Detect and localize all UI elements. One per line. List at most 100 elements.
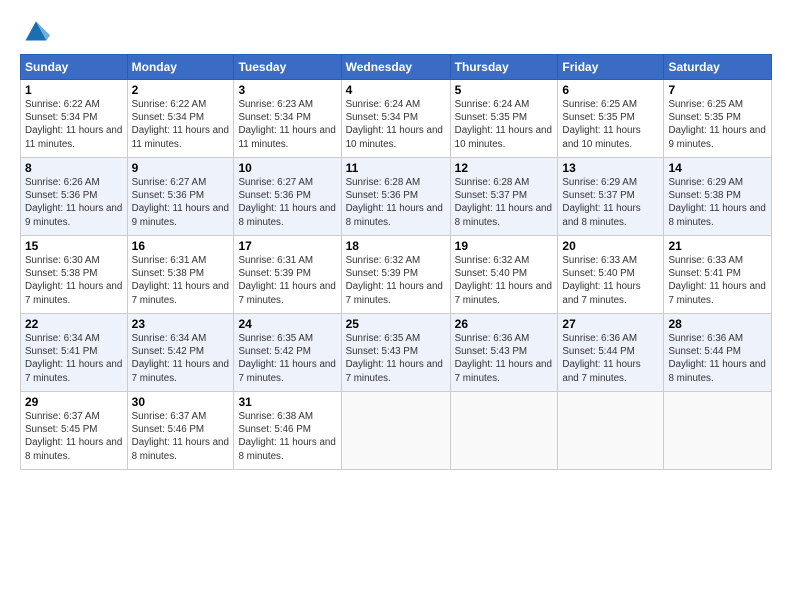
calendar-cell: 24 Sunrise: 6:35 AMSunset: 5:42 PMDaylig…: [234, 314, 341, 392]
calendar-cell: 12 Sunrise: 6:28 AMSunset: 5:37 PMDaylig…: [450, 158, 558, 236]
calendar-cell: 23 Sunrise: 6:34 AMSunset: 5:42 PMDaylig…: [127, 314, 234, 392]
day-detail: Sunrise: 6:22 AMSunset: 5:34 PMDaylight:…: [25, 99, 122, 150]
calendar-week-row: 29 Sunrise: 6:37 AMSunset: 5:45 PMDaylig…: [21, 392, 772, 470]
day-number: 16: [132, 239, 230, 253]
day-detail: Sunrise: 6:35 AMSunset: 5:43 PMDaylight:…: [346, 333, 443, 384]
calendar-cell: [341, 392, 450, 470]
calendar-cell: [664, 392, 772, 470]
day-number: 7: [668, 83, 767, 97]
day-detail: Sunrise: 6:22 AMSunset: 5:34 PMDaylight:…: [132, 99, 229, 150]
calendar-cell: 19 Sunrise: 6:32 AMSunset: 5:40 PMDaylig…: [450, 236, 558, 314]
day-detail: Sunrise: 6:34 AMSunset: 5:41 PMDaylight:…: [25, 333, 122, 384]
day-header-tuesday: Tuesday: [234, 55, 341, 80]
calendar-cell: 26 Sunrise: 6:36 AMSunset: 5:43 PMDaylig…: [450, 314, 558, 392]
calendar-cell: 22 Sunrise: 6:34 AMSunset: 5:41 PMDaylig…: [21, 314, 128, 392]
day-number: 23: [132, 317, 230, 331]
calendar-cell: 25 Sunrise: 6:35 AMSunset: 5:43 PMDaylig…: [341, 314, 450, 392]
day-number: 25: [346, 317, 446, 331]
day-detail: Sunrise: 6:27 AMSunset: 5:36 PMDaylight:…: [132, 177, 229, 228]
day-number: 4: [346, 83, 446, 97]
calendar-cell: 16 Sunrise: 6:31 AMSunset: 5:38 PMDaylig…: [127, 236, 234, 314]
day-detail: Sunrise: 6:30 AMSunset: 5:38 PMDaylight:…: [25, 255, 122, 306]
day-number: 22: [25, 317, 123, 331]
calendar-cell: 27 Sunrise: 6:36 AMSunset: 5:44 PMDaylig…: [558, 314, 664, 392]
day-detail: Sunrise: 6:26 AMSunset: 5:36 PMDaylight:…: [25, 177, 122, 228]
day-number: 31: [238, 395, 336, 409]
day-detail: Sunrise: 6:38 AMSunset: 5:46 PMDaylight:…: [238, 411, 335, 462]
calendar-cell: 14 Sunrise: 6:29 AMSunset: 5:38 PMDaylig…: [664, 158, 772, 236]
calendar-cell: 30 Sunrise: 6:37 AMSunset: 5:46 PMDaylig…: [127, 392, 234, 470]
day-number: 11: [346, 161, 446, 175]
calendar-cell: [558, 392, 664, 470]
day-number: 21: [668, 239, 767, 253]
day-number: 24: [238, 317, 336, 331]
calendar-cell: 5 Sunrise: 6:24 AMSunset: 5:35 PMDayligh…: [450, 80, 558, 158]
day-header-saturday: Saturday: [664, 55, 772, 80]
day-number: 6: [562, 83, 659, 97]
day-detail: Sunrise: 6:25 AMSunset: 5:35 PMDaylight:…: [668, 99, 765, 150]
day-number: 19: [455, 239, 554, 253]
day-number: 8: [25, 161, 123, 175]
day-detail: Sunrise: 6:34 AMSunset: 5:42 PMDaylight:…: [132, 333, 229, 384]
day-detail: Sunrise: 6:37 AMSunset: 5:45 PMDaylight:…: [25, 411, 122, 462]
day-detail: Sunrise: 6:28 AMSunset: 5:37 PMDaylight:…: [455, 177, 552, 228]
day-header-sunday: Sunday: [21, 55, 128, 80]
day-detail: Sunrise: 6:25 AMSunset: 5:35 PMDaylight:…: [562, 99, 640, 150]
day-number: 9: [132, 161, 230, 175]
day-number: 28: [668, 317, 767, 331]
calendar-week-row: 22 Sunrise: 6:34 AMSunset: 5:41 PMDaylig…: [21, 314, 772, 392]
day-number: 18: [346, 239, 446, 253]
day-number: 26: [455, 317, 554, 331]
calendar-cell: 1 Sunrise: 6:22 AMSunset: 5:34 PMDayligh…: [21, 80, 128, 158]
calendar-cell: 9 Sunrise: 6:27 AMSunset: 5:36 PMDayligh…: [127, 158, 234, 236]
day-number: 12: [455, 161, 554, 175]
page: SundayMondayTuesdayWednesdayThursdayFrid…: [0, 0, 792, 480]
day-detail: Sunrise: 6:33 AMSunset: 5:40 PMDaylight:…: [562, 255, 640, 306]
calendar-cell: 20 Sunrise: 6:33 AMSunset: 5:40 PMDaylig…: [558, 236, 664, 314]
day-header-wednesday: Wednesday: [341, 55, 450, 80]
day-number: 1: [25, 83, 123, 97]
day-number: 5: [455, 83, 554, 97]
day-detail: Sunrise: 6:35 AMSunset: 5:42 PMDaylight:…: [238, 333, 335, 384]
day-detail: Sunrise: 6:31 AMSunset: 5:38 PMDaylight:…: [132, 255, 229, 306]
calendar-cell: 4 Sunrise: 6:24 AMSunset: 5:34 PMDayligh…: [341, 80, 450, 158]
day-detail: Sunrise: 6:36 AMSunset: 5:44 PMDaylight:…: [668, 333, 765, 384]
logo-icon: [22, 16, 50, 44]
day-detail: Sunrise: 6:32 AMSunset: 5:40 PMDaylight:…: [455, 255, 552, 306]
calendar-cell: 7 Sunrise: 6:25 AMSunset: 5:35 PMDayligh…: [664, 80, 772, 158]
day-detail: Sunrise: 6:33 AMSunset: 5:41 PMDaylight:…: [668, 255, 765, 306]
day-number: 3: [238, 83, 336, 97]
day-number: 27: [562, 317, 659, 331]
calendar-cell: 3 Sunrise: 6:23 AMSunset: 5:34 PMDayligh…: [234, 80, 341, 158]
day-header-monday: Monday: [127, 55, 234, 80]
logo: [20, 16, 50, 44]
calendar-cell: 13 Sunrise: 6:29 AMSunset: 5:37 PMDaylig…: [558, 158, 664, 236]
header: [20, 16, 772, 44]
calendar-cell: 29 Sunrise: 6:37 AMSunset: 5:45 PMDaylig…: [21, 392, 128, 470]
day-detail: Sunrise: 6:32 AMSunset: 5:39 PMDaylight:…: [346, 255, 443, 306]
calendar-header-row: SundayMondayTuesdayWednesdayThursdayFrid…: [21, 55, 772, 80]
day-detail: Sunrise: 6:29 AMSunset: 5:37 PMDaylight:…: [562, 177, 640, 228]
calendar-cell: [450, 392, 558, 470]
calendar-cell: 21 Sunrise: 6:33 AMSunset: 5:41 PMDaylig…: [664, 236, 772, 314]
calendar-cell: 8 Sunrise: 6:26 AMSunset: 5:36 PMDayligh…: [21, 158, 128, 236]
day-detail: Sunrise: 6:31 AMSunset: 5:39 PMDaylight:…: [238, 255, 335, 306]
calendar-cell: 10 Sunrise: 6:27 AMSunset: 5:36 PMDaylig…: [234, 158, 341, 236]
calendar-body: 1 Sunrise: 6:22 AMSunset: 5:34 PMDayligh…: [21, 80, 772, 470]
calendar-cell: 31 Sunrise: 6:38 AMSunset: 5:46 PMDaylig…: [234, 392, 341, 470]
day-detail: Sunrise: 6:24 AMSunset: 5:34 PMDaylight:…: [346, 99, 443, 150]
day-number: 14: [668, 161, 767, 175]
calendar-week-row: 15 Sunrise: 6:30 AMSunset: 5:38 PMDaylig…: [21, 236, 772, 314]
day-detail: Sunrise: 6:24 AMSunset: 5:35 PMDaylight:…: [455, 99, 552, 150]
calendar-cell: 15 Sunrise: 6:30 AMSunset: 5:38 PMDaylig…: [21, 236, 128, 314]
day-detail: Sunrise: 6:28 AMSunset: 5:36 PMDaylight:…: [346, 177, 443, 228]
day-number: 15: [25, 239, 123, 253]
day-number: 13: [562, 161, 659, 175]
calendar-cell: 11 Sunrise: 6:28 AMSunset: 5:36 PMDaylig…: [341, 158, 450, 236]
day-detail: Sunrise: 6:23 AMSunset: 5:34 PMDaylight:…: [238, 99, 335, 150]
day-number: 17: [238, 239, 336, 253]
day-number: 2: [132, 83, 230, 97]
calendar-cell: 18 Sunrise: 6:32 AMSunset: 5:39 PMDaylig…: [341, 236, 450, 314]
day-header-thursday: Thursday: [450, 55, 558, 80]
calendar-cell: 6 Sunrise: 6:25 AMSunset: 5:35 PMDayligh…: [558, 80, 664, 158]
